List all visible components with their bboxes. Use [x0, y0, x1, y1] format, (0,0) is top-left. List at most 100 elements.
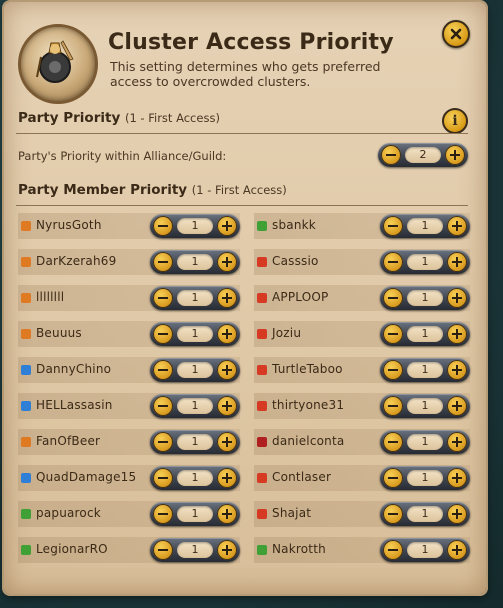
- close-button[interactable]: [442, 20, 470, 48]
- minus-icon: [158, 477, 168, 479]
- increase-button[interactable]: [447, 432, 467, 452]
- decrease-button[interactable]: [153, 504, 173, 524]
- shield-role-icon: [21, 365, 31, 375]
- member-priority-value: 1: [407, 470, 443, 486]
- member-priority-stepper: 1: [150, 322, 240, 346]
- decrease-button[interactable]: [153, 252, 173, 272]
- increase-button[interactable]: [447, 216, 467, 236]
- member-priority-heading: Party Member Priority (1 - First Access): [18, 182, 287, 198]
- decrease-button[interactable]: [153, 396, 173, 416]
- increase-button[interactable]: [217, 396, 237, 416]
- member-priority-stepper: 1: [150, 538, 240, 562]
- shield-role-icon: [21, 473, 31, 483]
- member-priority-value: 1: [407, 218, 443, 234]
- member-priority-stepper: 1: [380, 430, 470, 454]
- member-row: Casssio 1: [254, 249, 470, 275]
- minus-icon: [158, 261, 168, 263]
- party-priority-subtitle: (1 - First Access): [124, 111, 220, 125]
- minus-icon: [388, 297, 398, 299]
- increase-button[interactable]: [217, 324, 237, 344]
- decrease-button[interactable]: [383, 432, 403, 452]
- increase-button[interactable]: [217, 288, 237, 308]
- heal-role-icon: [257, 221, 267, 231]
- increase-button[interactable]: [217, 360, 237, 380]
- decrease-button[interactable]: [153, 324, 173, 344]
- increase-button[interactable]: [217, 216, 237, 236]
- increase-button[interactable]: [447, 468, 467, 488]
- increase-button[interactable]: [217, 468, 237, 488]
- member-priority-stepper: 1: [380, 466, 470, 490]
- member-priority-value: 1: [407, 542, 443, 558]
- member-name: HELLassasin: [36, 398, 113, 412]
- member-priority-value: 1: [407, 290, 443, 306]
- member-row: TurtleTaboo 1: [254, 357, 470, 383]
- member-priority-stepper: 1: [150, 286, 240, 310]
- increase-button[interactable]: [217, 504, 237, 524]
- member-row: Nakrotth 1: [254, 537, 470, 563]
- decrease-button[interactable]: [381, 145, 401, 165]
- member-name: FanOfBeer: [36, 434, 101, 448]
- increase-button[interactable]: [447, 540, 467, 560]
- minus-icon: [158, 513, 168, 515]
- decrease-button[interactable]: [153, 288, 173, 308]
- increase-button[interactable]: [217, 252, 237, 272]
- decrease-button[interactable]: [153, 540, 173, 560]
- divider: [16, 133, 468, 134]
- sword-role-icon: [257, 365, 267, 375]
- flame-role-icon: [21, 221, 31, 231]
- member-priority-stepper: 1: [150, 250, 240, 274]
- increase-button[interactable]: [447, 504, 467, 524]
- increase-button[interactable]: [447, 252, 467, 272]
- increase-button[interactable]: [447, 288, 467, 308]
- increase-button[interactable]: [217, 432, 237, 452]
- member-priority-value: 1: [407, 434, 443, 450]
- increase-button[interactable]: [445, 145, 465, 165]
- member-priority-value: 1: [177, 254, 213, 270]
- decrease-button[interactable]: [383, 288, 403, 308]
- increase-button[interactable]: [447, 396, 467, 416]
- minus-icon: [388, 369, 398, 371]
- decrease-button[interactable]: [153, 432, 173, 452]
- flame-role-icon: [21, 293, 31, 303]
- increase-button[interactable]: [447, 360, 467, 380]
- decrease-button[interactable]: [383, 324, 403, 344]
- member-name: papuarock: [36, 506, 101, 520]
- decrease-button[interactable]: [153, 216, 173, 236]
- member-priority-stepper: 1: [150, 394, 240, 418]
- member-priority-stepper: 1: [380, 502, 470, 526]
- minus-icon: [388, 513, 398, 515]
- decrease-button[interactable]: [383, 360, 403, 380]
- decrease-button[interactable]: [153, 468, 173, 488]
- member-priority-stepper: 1: [150, 466, 240, 490]
- member-name: DannyChino: [36, 362, 112, 376]
- decrease-button[interactable]: [383, 468, 403, 488]
- decrease-button[interactable]: [383, 252, 403, 272]
- decrease-button[interactable]: [383, 504, 403, 524]
- member-row: LegionarRO 1: [18, 537, 240, 563]
- increase-button[interactable]: [217, 540, 237, 560]
- info-button[interactable]: i: [442, 108, 468, 134]
- member-priority-stepper: 1: [380, 394, 470, 418]
- minus-icon: [158, 549, 168, 551]
- member-row: Joziu 1: [254, 321, 470, 347]
- member-row: Beuuus 1: [18, 321, 240, 347]
- minus-icon: [386, 154, 396, 156]
- heal-role-icon: [21, 509, 31, 519]
- decrease-button[interactable]: [153, 360, 173, 380]
- flame-role-icon: [21, 437, 31, 447]
- decrease-button[interactable]: [383, 216, 403, 236]
- member-row: HELLassasin 1: [18, 393, 240, 419]
- member-row: Contlaser 1: [254, 465, 470, 491]
- sword-role-icon: [257, 437, 267, 447]
- increase-button[interactable]: [447, 324, 467, 344]
- sword-role-icon: [257, 401, 267, 411]
- divider: [16, 205, 468, 206]
- member-priority-stepper: 1: [380, 322, 470, 346]
- sword-role-icon: [257, 509, 267, 519]
- member-name: Contlaser: [272, 470, 332, 484]
- decrease-button[interactable]: [383, 396, 403, 416]
- member-priority-value: 1: [407, 506, 443, 522]
- member-name: sbankk: [272, 218, 316, 232]
- decrease-button[interactable]: [383, 540, 403, 560]
- member-row: APPLOOP 1: [254, 285, 470, 311]
